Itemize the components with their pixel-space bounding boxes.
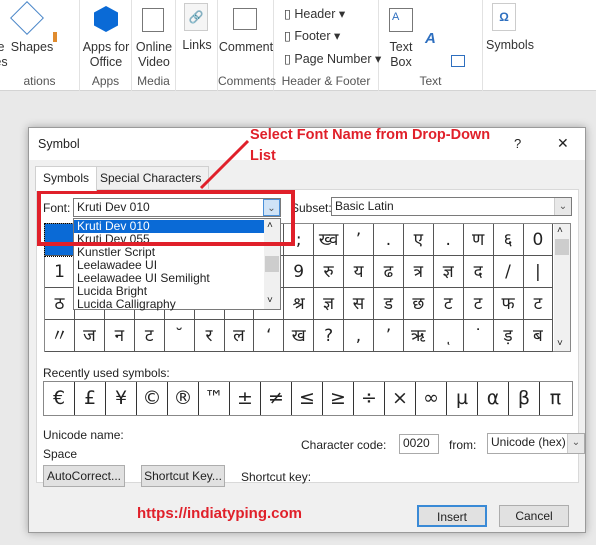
tab-symbols[interactable]: Symbols — [35, 166, 98, 191]
callout-text: Select Font Name from Drop-Down List — [250, 127, 491, 164]
watermark-url: https://indiatyping.com — [137, 505, 302, 522]
callout-arrow — [199, 139, 250, 190]
